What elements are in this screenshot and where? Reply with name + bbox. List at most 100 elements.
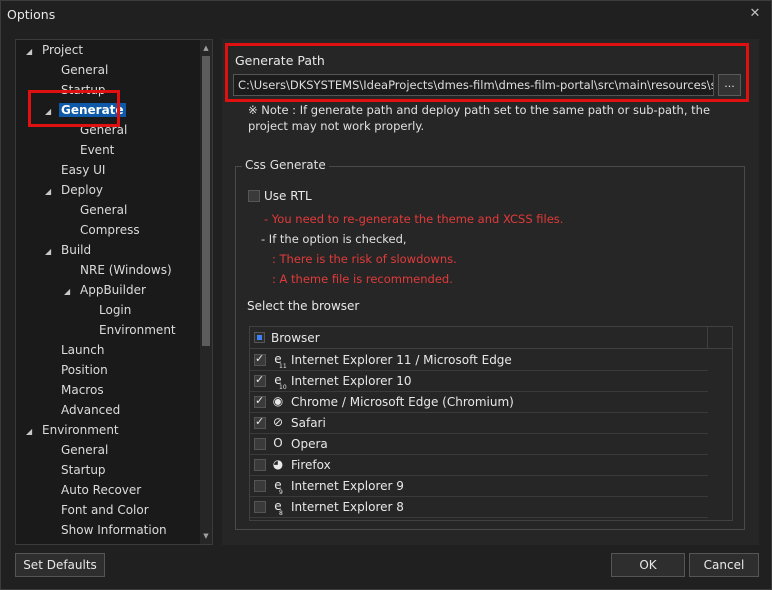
browser-checkbox[interactable] [254, 480, 266, 492]
tree-item-label: AppBuilder [80, 283, 146, 297]
tree-item-label: Environment [42, 423, 119, 437]
browser-checkbox[interactable] [254, 459, 266, 471]
generate-path-label: Generate Path [235, 53, 325, 68]
tree-item-label: Event [80, 143, 115, 157]
cancel-button[interactable]: Cancel [689, 553, 759, 577]
tree-item-label: Generate [59, 103, 126, 117]
tree-item-label: Auto Recover [61, 483, 142, 497]
ie-icon: e 10 [274, 373, 287, 391]
browser-row[interactable]: e 8 Internet Explorer 8 [250, 497, 708, 518]
tree-item-environment[interactable]: Environment [97, 320, 178, 340]
tree-item-label: Startup [61, 83, 106, 97]
tree-item-label: Environment [99, 323, 176, 337]
tree-item-general[interactable]: General [59, 60, 110, 80]
browser-name: Internet Explorer 8 [291, 500, 404, 514]
tree-item-label: Launch [61, 343, 105, 357]
tree-item-label: NRE (Windows) [80, 263, 172, 277]
tree-item-label: Advanced [61, 403, 121, 417]
browser-name: Safari [291, 416, 326, 430]
tree-item-font-and-color[interactable]: Font and Color [59, 500, 151, 520]
tree-item-general[interactable]: General [59, 440, 110, 460]
ie-icon: e8 [274, 499, 283, 517]
tree-item-easy-ui[interactable]: Easy UI [59, 160, 107, 180]
generate-path-input[interactable]: C:\Users\DKSYSTEMS\IdeaProjects\dmes-fil… [233, 74, 714, 96]
tree-item-environment[interactable]: ◢ Environment [26, 420, 121, 440]
ok-button[interactable]: OK [611, 553, 685, 577]
tree-item-label: General [80, 203, 128, 217]
scroll-down-icon[interactable]: ▼ [200, 530, 212, 542]
browser-row[interactable]: ⊘ Safari [250, 413, 708, 434]
browser-row[interactable]: ◉ Chrome / Microsoft Edge (Chromium) [250, 392, 708, 413]
browser-table: Browser e11 Internet Explorer 11 / Micros… [249, 326, 733, 521]
browser-checkbox[interactable] [254, 373, 266, 387]
tree-item-general[interactable]: General [78, 120, 129, 140]
browse-button[interactable]: ... [718, 74, 741, 96]
expand-arrow-icon[interactable]: ◢ [45, 102, 59, 122]
browser-checkbox[interactable] [254, 415, 266, 429]
tree-item-deploy[interactable]: ◢ Deploy [45, 180, 105, 200]
tree-item-label: Show Information [61, 523, 167, 537]
browser-checkbox[interactable] [254, 352, 266, 366]
window-title: Options [7, 7, 56, 22]
css-generate-group: Css Generate Use RTL - You need to re-ge… [235, 158, 745, 530]
set-defaults-button[interactable]: Set Defaults [15, 553, 105, 577]
tree-item-startup[interactable]: Startup [59, 460, 108, 480]
close-icon[interactable]: ✕ [747, 6, 763, 22]
tree-item-appbuilder[interactable]: ◢ AppBuilder [64, 280, 148, 300]
scroll-thumb[interactable] [202, 56, 210, 346]
use-rtl-label: Use RTL [264, 189, 312, 203]
browser-row[interactable]: e11 Internet Explorer 11 / Microsoft Edge [250, 350, 708, 371]
title-bar: Options ✕ [1, 1, 771, 29]
tree-item-label: Macros [61, 383, 104, 397]
tree-item-label: General [61, 443, 109, 457]
tree-item-show-information[interactable]: Show Information [59, 520, 169, 540]
browser-name: Internet Explorer 10 [291, 374, 412, 388]
tree-item-label: Project [42, 43, 84, 57]
select-all-checkbox[interactable] [254, 332, 265, 343]
tree-item-project[interactable]: ◢ Project [26, 40, 85, 60]
tree-item-build[interactable]: ◢ Build [45, 240, 93, 260]
browser-row[interactable]: e10 Internet Explorer 10 [250, 371, 708, 392]
tree-item-generate[interactable]: ◢ Generate [45, 100, 126, 120]
browser-checkbox[interactable] [254, 438, 266, 450]
opera-icon: O [273, 436, 283, 450]
browser-row[interactable]: ◕ Firefox [250, 455, 708, 476]
use-rtl-checkbox[interactable] [248, 190, 260, 202]
options-dialog: Options ✕ ◢ Project General Startup ◢ Generat… [0, 0, 772, 590]
warning-regenerate: - You need to re-generate the theme and … [264, 212, 564, 226]
expand-arrow-icon[interactable]: ◢ [45, 182, 59, 202]
warning-slowdowns: : There is the risk of slowdowns. [272, 252, 457, 266]
safari-icon: ⊘ [272, 415, 284, 429]
tree-item-nre-windows-[interactable]: NRE (Windows) [78, 260, 174, 280]
tree-item-launch[interactable]: Launch [59, 340, 106, 360]
browser-checkbox[interactable] [254, 394, 266, 408]
tree-item-general[interactable]: General [78, 200, 129, 220]
scroll-up-icon[interactable]: ▲ [200, 42, 212, 54]
tree-item-label: General [61, 63, 109, 77]
tree-item-startup[interactable]: Startup [59, 80, 108, 100]
tree-item-login[interactable]: Login [97, 300, 133, 320]
ie-icon: e 11 [274, 352, 287, 370]
expand-arrow-icon[interactable]: ◢ [26, 422, 40, 442]
expand-arrow-icon[interactable]: ◢ [26, 42, 40, 62]
browser-row[interactable]: e 9 Internet Explorer 9 [250, 476, 708, 497]
css-generate-title: Css Generate [242, 158, 329, 172]
browser-name: Internet Explorer 9 [291, 479, 404, 493]
browser-row[interactable]: O Opera [250, 434, 708, 455]
tree-item-label: General [80, 123, 128, 137]
tree-item-event[interactable]: Event [78, 140, 116, 160]
tree-scrollbar[interactable]: ▲ ▼ [200, 40, 212, 544]
tree-item-auto-recover[interactable]: Auto Recover [59, 480, 143, 500]
tree-item-compress[interactable]: Compress [78, 220, 142, 240]
tree-item-position[interactable]: Position [59, 360, 110, 380]
tree-item-macros[interactable]: Macros [59, 380, 106, 400]
info-option-checked: - If the option is checked, [261, 232, 407, 246]
tree-item-label: Compress [80, 223, 140, 237]
path-note: ※ Note : If generate path and deploy pat… [248, 103, 711, 133]
browser-name: Chrome / Microsoft Edge (Chromium) [291, 395, 514, 409]
browser-table-header: Browser [250, 327, 732, 349]
expand-arrow-icon[interactable]: ◢ [64, 282, 78, 302]
expand-arrow-icon[interactable]: ◢ [45, 242, 59, 262]
tree-item-advanced[interactable]: Advanced [59, 400, 122, 420]
browser-checkbox[interactable] [254, 501, 266, 513]
